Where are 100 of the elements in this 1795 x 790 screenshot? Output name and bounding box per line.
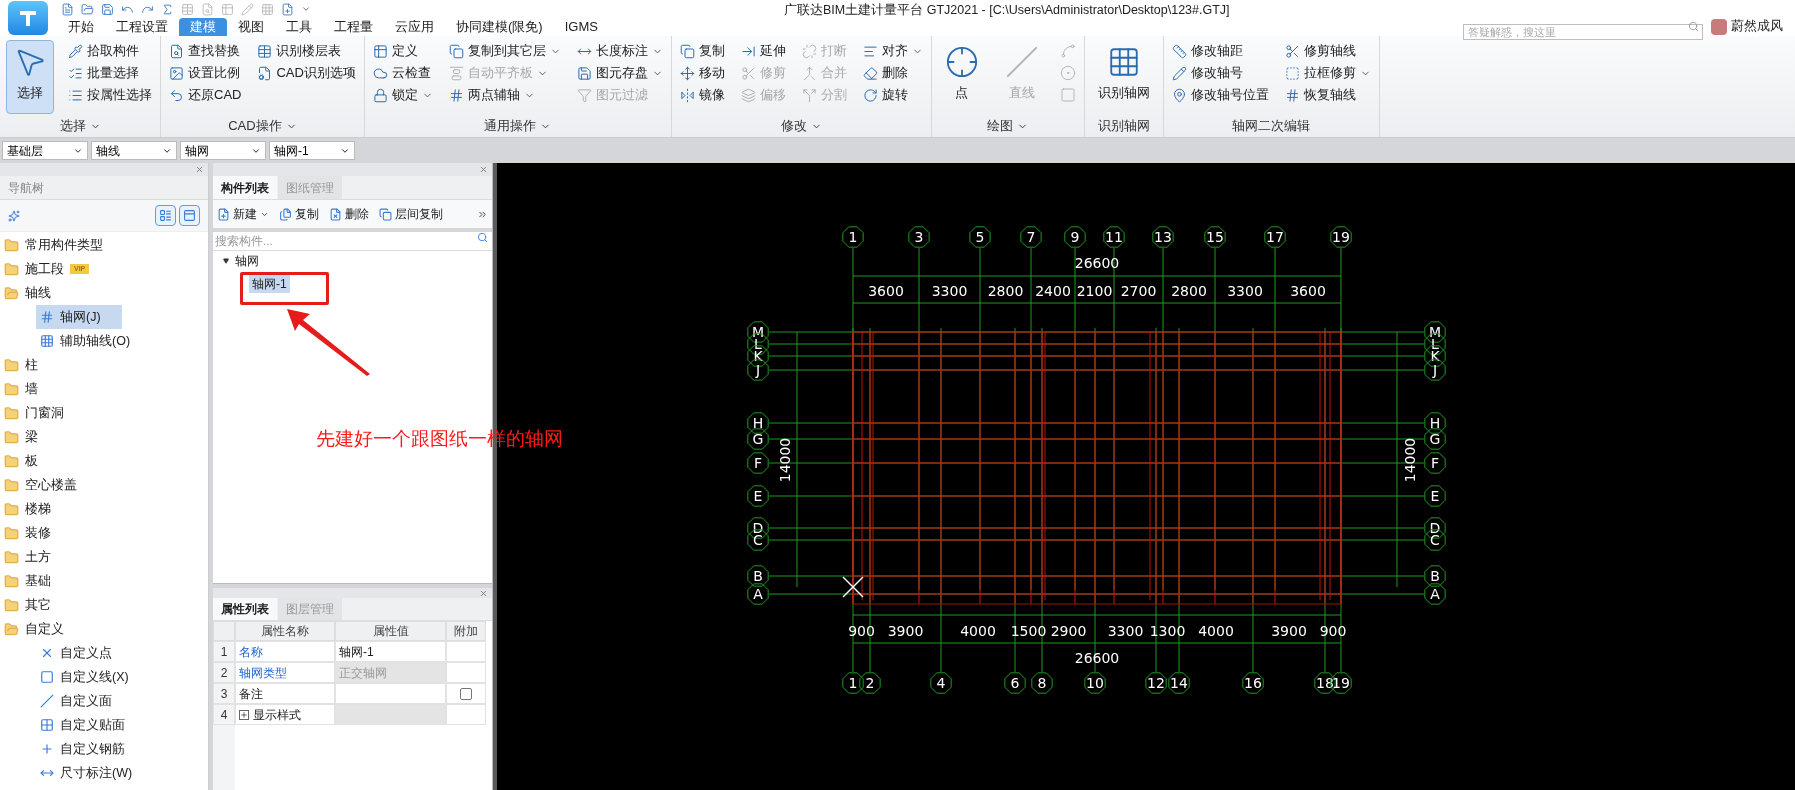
ribbon-tab[interactable]: 视图 xyxy=(227,18,275,36)
nav-tree-item[interactable]: 基础 xyxy=(0,569,208,593)
ribbon-button[interactable]: 查找替换 xyxy=(167,40,242,62)
nav-tree-item[interactable]: 辅助轴线(O) xyxy=(36,329,135,353)
ribbon-button[interactable]: 修改轴距 xyxy=(1169,40,1245,62)
nav-tree-item[interactable]: 自定义面 xyxy=(36,689,122,713)
ribbon-button[interactable]: 延伸 xyxy=(738,40,788,62)
toolbar-button[interactable]: 删除 xyxy=(329,205,369,223)
ribbon-group-label[interactable]: CAD操作 xyxy=(228,116,297,136)
nav-tree-item[interactable]: 柱 xyxy=(0,353,208,377)
toolbar-button[interactable]: 新建 xyxy=(217,205,269,223)
nav-tree-item[interactable]: 常用构件类型 xyxy=(0,233,208,257)
file-icon[interactable] xyxy=(61,2,74,16)
nav-tree-item[interactable]: 尺寸标注(W) xyxy=(36,761,137,785)
toolbar-button[interactable]: 层间复制 xyxy=(379,205,443,223)
table-icon[interactable] xyxy=(221,2,234,16)
ribbon-group-label[interactable]: 轴网二次编辑 xyxy=(1232,116,1311,136)
ribbon-button[interactable]: 批量选择 xyxy=(66,62,141,84)
layer-dropdown[interactable]: 基础层 xyxy=(2,141,88,160)
ribbon-button[interactable]: 修改轴号位置 xyxy=(1169,84,1271,106)
expand-plus-icon[interactable] xyxy=(239,709,249,720)
ribbon-button[interactable]: 识别楼层表 xyxy=(255,40,344,62)
close-icon[interactable] xyxy=(195,165,204,174)
toolbar-button[interactable]: 复制 xyxy=(279,205,319,223)
tree-node[interactable]: 轴网-1 xyxy=(249,275,290,293)
ribbon-button[interactable]: 对齐 xyxy=(860,40,925,62)
ribbon-button[interactable]: 云检查 xyxy=(370,62,433,84)
ribbon-button[interactable]: 修剪轴线 xyxy=(1282,40,1358,62)
ribbon-button[interactable]: 图元存盘 xyxy=(574,62,665,84)
ribbon-button[interactable]: 旋转 xyxy=(860,84,910,106)
ribbon-group-label[interactable]: 通用操作 xyxy=(484,116,552,136)
sigma-icon[interactable] xyxy=(161,2,174,16)
ribbon-button[interactable]: 拉框修剪 xyxy=(1282,62,1373,84)
ribbon-tab[interactable]: 云应用 xyxy=(384,18,445,36)
ribbon-button[interactable]: 识别轴网 xyxy=(1090,40,1157,114)
nav-tree-item[interactable]: 墙 xyxy=(0,377,208,401)
ribbon-button[interactable]: 两点辅轴 xyxy=(446,84,537,106)
nav-tree-item[interactable]: 门窗洞 xyxy=(0,401,208,425)
list-view-button[interactable] xyxy=(155,205,176,226)
ribbon-tab[interactable]: 开始 xyxy=(57,18,105,36)
ribbon-tab[interactable]: 工程设置 xyxy=(105,18,179,36)
nav-tree-item[interactable]: 装修 xyxy=(0,521,208,545)
nav-tree-item[interactable]: 其它 xyxy=(0,593,208,617)
ribbon-button[interactable]: 复制到其它层 xyxy=(446,40,563,62)
nav-tree-item[interactable]: 自定义钢筋 xyxy=(36,737,129,761)
ribbon-button[interactable]: 拾取构件 xyxy=(66,40,141,62)
ribbon-button[interactable]: 按属性选择 xyxy=(66,84,154,106)
nav-tree-item[interactable]: 空心楼盖 xyxy=(0,473,208,497)
folder-icon[interactable] xyxy=(81,2,94,16)
ribbon-button[interactable]: 设置比例 xyxy=(167,62,242,84)
ribbon-button[interactable]: 恢复轴线 xyxy=(1282,84,1358,106)
nav-tree-item[interactable]: 自定义点 xyxy=(36,641,122,665)
ribbon-button[interactable]: 镜像 xyxy=(677,84,727,106)
component-search-field[interactable]: 搜索构件... xyxy=(213,232,492,251)
nav-tree-item[interactable]: 楼梯 xyxy=(0,497,208,521)
table-icon[interactable] xyxy=(181,2,194,16)
nav-tree-item[interactable]: 土方 xyxy=(0,545,208,569)
close-icon[interactable] xyxy=(479,165,488,174)
nav-tree-item[interactable]: 梁 xyxy=(0,425,208,449)
ribbon-button[interactable]: 移动 xyxy=(677,62,727,84)
ribbon-button[interactable]: CAD识别选项 xyxy=(255,62,358,84)
nav-tree-item[interactable]: 轴线 xyxy=(0,281,208,305)
nav-tree-item[interactable]: 自定义线(X) xyxy=(36,665,133,689)
nav-tree-item[interactable]: 轴网(J) xyxy=(36,305,122,329)
ribbon-group-label[interactable]: 绘图 xyxy=(987,116,1029,136)
file-search-icon[interactable] xyxy=(201,2,214,16)
ribbon-tab[interactable]: 协同建模(限免) xyxy=(445,18,554,36)
ribbon-tab[interactable]: 工程量 xyxy=(323,18,384,36)
ribbon-button[interactable]: 还原CAD xyxy=(167,84,244,106)
ribbon-button[interactable]: 长度标注 xyxy=(574,40,665,62)
ribbon-button[interactable]: 修改轴号 xyxy=(1169,62,1245,84)
panel-tab[interactable]: 属性列表 xyxy=(213,598,277,620)
ribbon-group-label[interactable]: 识别轴网 xyxy=(1097,116,1150,136)
layer-dropdown[interactable]: 轴线 xyxy=(91,141,177,160)
help-search-field[interactable]: 答疑解惑，搜这里 xyxy=(1463,24,1703,40)
caret-icon[interactable] xyxy=(301,4,311,14)
ribbon-button[interactable]: 删除 xyxy=(860,62,910,84)
ribbon-tab[interactable]: IGMS xyxy=(553,18,609,36)
ribbon-button[interactable]: 点 xyxy=(937,40,986,114)
grid-icon[interactable] xyxy=(261,2,274,16)
layer-dropdown[interactable]: 轴网-1 xyxy=(269,141,355,160)
nav-tree-item[interactable]: 板 xyxy=(0,449,208,473)
layer-dropdown[interactable]: 轴网 xyxy=(180,141,266,160)
user-name[interactable]: 蔚然成风 xyxy=(1731,17,1783,36)
sparkle-icon[interactable] xyxy=(8,209,20,222)
card-view-button[interactable] xyxy=(179,205,200,226)
ribbon-button[interactable]: 定义 xyxy=(370,40,420,62)
ribbon-group-label[interactable]: 修改 xyxy=(780,116,822,136)
close-icon[interactable] xyxy=(479,588,488,598)
ribbon-button[interactable]: 选择 xyxy=(6,40,54,114)
ribbon-button[interactable]: 锁定 xyxy=(370,84,435,106)
panel-tab[interactable]: 构件列表 xyxy=(213,176,277,199)
nav-tree-item[interactable]: 自定义 xyxy=(0,617,208,641)
ribbon-tab[interactable]: 工具 xyxy=(275,18,323,36)
pencil-icon[interactable] xyxy=(241,2,254,16)
ribbon-group-label[interactable]: 选择 xyxy=(59,116,101,136)
ribbon-button[interactable]: 复制 xyxy=(677,40,727,62)
tree-node[interactable]: 轴网 xyxy=(223,251,492,271)
checkbox[interactable] xyxy=(460,687,472,700)
save-icon[interactable] xyxy=(101,2,114,16)
